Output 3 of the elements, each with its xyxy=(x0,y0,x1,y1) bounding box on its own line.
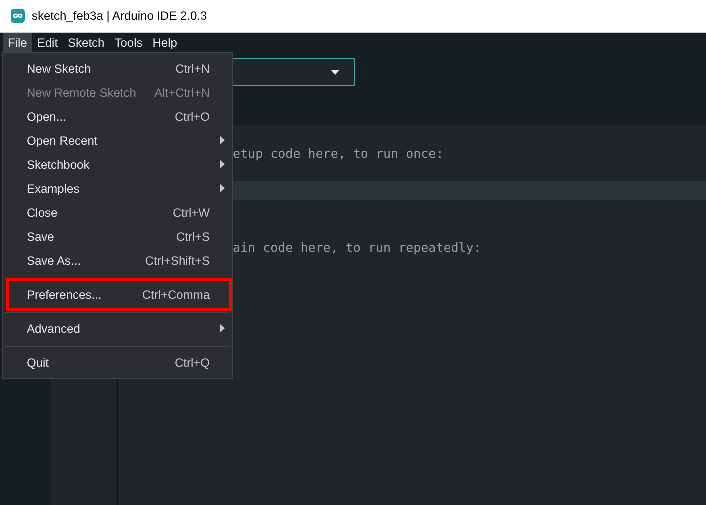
window-title: sketch_feb3a | Arduino IDE 2.0.3 xyxy=(32,9,208,23)
code-comment: etup code here, to run once: xyxy=(233,146,444,161)
code-comment: ain code here, to run repeatedly: xyxy=(233,240,482,255)
